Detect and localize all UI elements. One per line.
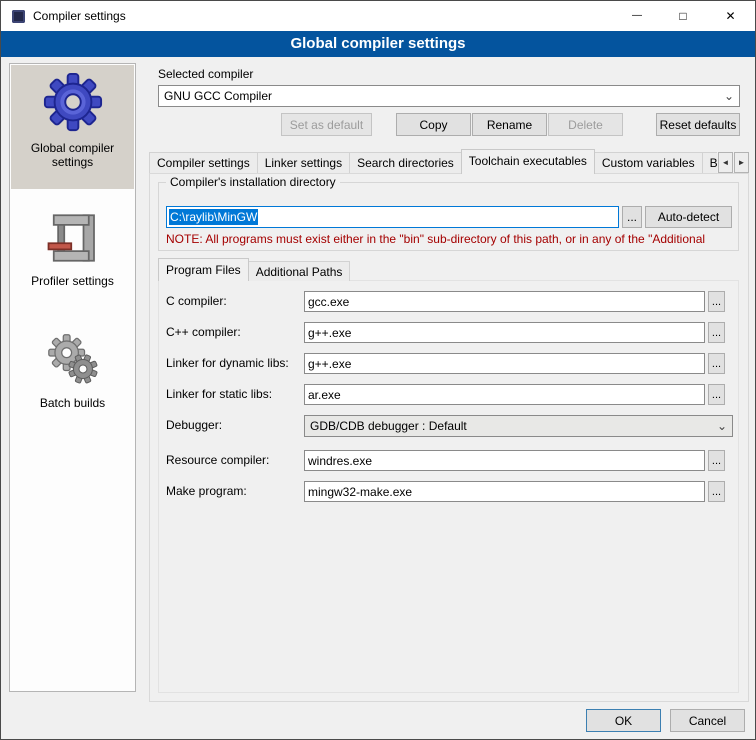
c-compiler-row: C compiler: ... xyxy=(1,291,756,314)
debugger-select[interactable]: GDB/CDB debugger : Default ⌄ xyxy=(304,415,733,437)
dynamic-linker-input[interactable] xyxy=(304,353,705,374)
note-text: NOTE: All programs must exist either in … xyxy=(166,232,737,246)
chevron-down-icon: ⌄ xyxy=(717,416,727,436)
c-compiler-browse-button[interactable]: ... xyxy=(708,291,725,312)
page-title: Global compiler settings xyxy=(1,31,755,57)
debugger-row: Debugger: GDB/CDB debugger : Default ⌄ xyxy=(1,415,756,438)
installation-directory-browse-button[interactable]: ... xyxy=(622,206,642,228)
tab-toolchain-executables[interactable]: Toolchain executables xyxy=(461,149,595,174)
ok-button[interactable]: OK xyxy=(586,709,661,732)
window-title: Compiler settings xyxy=(33,1,126,31)
sidebar-item-global-compiler-settings[interactable]: Global compiler settings xyxy=(11,65,134,189)
delete-button[interactable]: Delete xyxy=(548,113,623,136)
close-button[interactable]: ✕ xyxy=(706,1,755,31)
sub-tab-strip: Program Files Additional Paths xyxy=(158,258,558,281)
minimize-icon: — xyxy=(632,10,642,21)
resource-compiler-input[interactable] xyxy=(304,450,705,471)
dynamic-linker-label: Linker for dynamic libs: xyxy=(166,356,289,370)
installation-directory-value: C:\raylib\MinGW xyxy=(169,209,258,225)
set-as-default-button[interactable]: Set as default xyxy=(281,113,372,136)
tab-compiler-settings[interactable]: Compiler settings xyxy=(149,152,258,173)
dynamic-linker-browse-button[interactable]: ... xyxy=(708,353,725,374)
copy-button[interactable]: Copy xyxy=(396,113,471,136)
tab-custom-variables[interactable]: Custom variables xyxy=(594,152,703,173)
tab-program-files[interactable]: Program Files xyxy=(158,258,249,281)
selected-compiler-value: GNU GCC Compiler xyxy=(164,89,272,103)
static-linker-input[interactable] xyxy=(304,384,705,405)
minimize-button[interactable]: — xyxy=(614,1,660,31)
tab-scroll-right-button[interactable]: ► xyxy=(734,152,749,173)
installation-directory-group-title: Compiler's installation directory xyxy=(166,175,340,189)
make-program-label: Make program: xyxy=(166,484,247,498)
close-icon: ✕ xyxy=(725,9,735,23)
tab-search-directories[interactable]: Search directories xyxy=(349,152,462,173)
compiler-settings-dialog: Compiler settings — □ ✕ Global compiler … xyxy=(0,0,756,740)
debugger-label: Debugger: xyxy=(166,418,222,432)
resource-compiler-row: Resource compiler: ... xyxy=(1,450,756,473)
tab-additional-paths[interactable]: Additional Paths xyxy=(248,261,351,281)
app-icon xyxy=(12,10,25,23)
sidebar-item-label: Global compiler settings xyxy=(11,141,134,169)
make-program-row: Make program: ... xyxy=(1,481,756,504)
cpp-compiler-input[interactable] xyxy=(304,322,705,343)
auto-detect-button[interactable]: Auto-detect xyxy=(645,206,732,228)
installation-directory-input[interactable]: C:\raylib\MinGW xyxy=(166,206,619,228)
sidebar-item-label: Profiler settings xyxy=(31,274,114,288)
static-linker-row: Linker for static libs: ... xyxy=(1,384,756,407)
selected-compiler-select[interactable]: GNU GCC Compiler ⌄ xyxy=(158,85,740,107)
static-linker-label: Linker for static libs: xyxy=(166,387,272,401)
clamp-icon xyxy=(45,210,101,269)
cancel-button[interactable]: Cancel xyxy=(670,709,745,732)
sidebar-item-profiler-settings[interactable]: Profiler settings xyxy=(11,204,134,304)
c-compiler-label: C compiler: xyxy=(166,294,227,308)
selected-compiler-label: Selected compiler xyxy=(158,67,253,81)
make-program-input[interactable] xyxy=(304,481,705,502)
tab-scroll-left-icon: ◄ xyxy=(722,158,730,167)
resource-compiler-label: Resource compiler: xyxy=(166,453,269,467)
debugger-value: GDB/CDB debugger : Default xyxy=(310,419,467,433)
cpp-compiler-browse-button[interactable]: ... xyxy=(708,322,725,343)
settings-sidebar: Global compiler settings Profiler settin… xyxy=(9,63,136,692)
rename-button[interactable]: Rename xyxy=(472,113,547,136)
tab-scroll-left-button[interactable]: ◄ xyxy=(718,152,733,173)
c-compiler-input[interactable] xyxy=(304,291,705,312)
main-tab-strip: Compiler settings Linker settings Search… xyxy=(149,149,717,174)
tab-linker-settings[interactable]: Linker settings xyxy=(257,152,350,173)
cpp-compiler-row: C++ compiler: ... xyxy=(1,322,756,345)
cpp-compiler-label: C++ compiler: xyxy=(166,325,241,339)
resource-compiler-browse-button[interactable]: ... xyxy=(708,450,725,471)
chevron-down-icon: ⌄ xyxy=(724,86,734,106)
static-linker-browse-button[interactable]: ... xyxy=(708,384,725,405)
make-program-browse-button[interactable]: ... xyxy=(708,481,725,502)
dynamic-linker-row: Linker for dynamic libs: ... xyxy=(1,353,756,376)
tab-build-options[interactable]: Build options xyxy=(702,152,717,173)
maximize-icon: □ xyxy=(679,9,686,23)
title-bar: Compiler settings — □ ✕ xyxy=(1,1,755,31)
tab-scroll-right-icon: ► xyxy=(738,158,746,167)
reset-defaults-button[interactable]: Reset defaults xyxy=(656,113,740,136)
maximize-button[interactable]: □ xyxy=(660,1,706,31)
gear-blue-icon xyxy=(42,71,104,136)
